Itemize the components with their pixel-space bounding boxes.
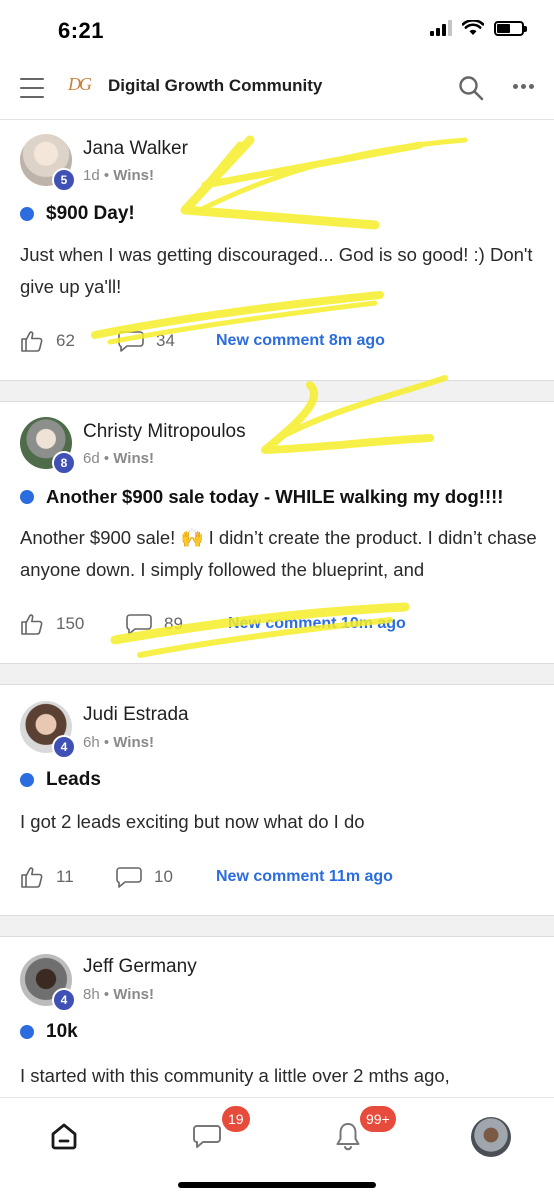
post-title-row[interactable]: $900 Day! — [20, 203, 135, 225]
chat-badge: 19 — [222, 1106, 250, 1132]
post-actions: 62 34 New comment 8m ago — [20, 327, 385, 355]
post-category[interactable]: Wins! — [113, 734, 154, 751]
post-card[interactable]: 4 Judi Estrada 6h • Wins! Leads I got 2 … — [0, 685, 554, 915]
like-icon — [21, 867, 43, 888]
level-badge: 5 — [52, 168, 76, 192]
status-icons — [430, 20, 527, 36]
new-comment-link[interactable]: New comment 8m ago — [216, 332, 385, 350]
level-badge: 8 — [52, 451, 76, 475]
post-category[interactable]: Wins! — [113, 450, 154, 467]
unread-dot — [20, 490, 34, 504]
post-card[interactable]: 5 Jana Walker 1d • Wins! $900 Day! Just … — [0, 121, 554, 380]
more-icon[interactable] — [513, 84, 534, 89]
comment-count: 89 — [164, 614, 183, 633]
level-badge: 4 — [52, 735, 76, 759]
post-meta: 1d • Wins! — [83, 167, 154, 184]
unread-dot — [20, 207, 34, 221]
new-comment-link[interactable]: New comment 11m ago — [216, 868, 393, 886]
new-comment-link[interactable]: New comment 10m ago — [228, 615, 406, 633]
post-body[interactable]: I got 2 leads exciting but now what do I… — [20, 806, 545, 838]
post-age: 1d — [83, 167, 100, 184]
bell-icon[interactable] — [332, 1120, 364, 1152]
comment-button[interactable]: 10 — [116, 866, 216, 888]
notifications-badge: 99+ — [360, 1106, 396, 1132]
home-indicator — [178, 1182, 376, 1188]
like-icon — [21, 614, 43, 635]
post-title-row[interactable]: Another $900 sale today - WHILE walking … — [20, 486, 503, 508]
comment-button[interactable]: 89 — [126, 613, 228, 635]
post-divider — [0, 380, 554, 402]
like-count: 150 — [56, 614, 85, 633]
post-meta: 6h • Wins! — [83, 734, 154, 751]
status-time: 6:21 — [58, 18, 105, 43]
like-count: 62 — [56, 331, 75, 350]
like-button[interactable]: 62 — [20, 330, 118, 352]
like-button[interactable]: 11 — [20, 866, 116, 888]
battery-icon — [494, 20, 527, 36]
author-name[interactable]: Judi Estrada — [83, 704, 189, 726]
post-category[interactable]: Wins! — [113, 167, 154, 184]
chat-icon[interactable] — [191, 1120, 223, 1152]
comment-button[interactable]: 34 — [118, 330, 216, 352]
post-title[interactable]: $900 Day! — [46, 203, 135, 225]
comment-count: 10 — [154, 867, 173, 886]
app-header: DG Digital Growth Community — [0, 62, 554, 120]
comment-icon — [118, 331, 144, 352]
post-card[interactable]: 8 Christy Mitropoulos 6d • Wins! Another… — [0, 402, 554, 663]
post-divider — [0, 915, 554, 937]
like-count: 11 — [56, 867, 74, 886]
post-actions: 11 10 New comment 11m ago — [20, 863, 393, 891]
unread-dot — [20, 1025, 34, 1039]
post-title[interactable]: Leads — [46, 769, 101, 791]
post-title-row[interactable]: Leads — [20, 769, 101, 791]
home-icon[interactable] — [48, 1120, 80, 1152]
post-title[interactable]: 10k — [46, 1021, 78, 1043]
author-name[interactable]: Christy Mitropoulos — [83, 421, 246, 443]
post-age: 6h — [83, 734, 100, 751]
profile-avatar[interactable] — [471, 1117, 511, 1157]
like-icon — [21, 331, 43, 352]
search-icon[interactable] — [458, 75, 484, 101]
post-age: 8h — [83, 986, 100, 1003]
post-age: 6d — [83, 450, 100, 467]
status-bar: 6:21 — [0, 0, 554, 62]
post-body[interactable]: Another $900 sale! 🙌 I didn’t create the… — [20, 522, 545, 586]
post-body[interactable]: I started with this community a little o… — [20, 1060, 545, 1092]
post-title-row[interactable]: 10k — [20, 1021, 78, 1043]
post-category[interactable]: Wins! — [113, 986, 154, 1003]
post-title[interactable]: Another $900 sale today - WHILE walking … — [46, 486, 503, 508]
post-body[interactable]: Just when I was getting discouraged... G… — [20, 239, 545, 303]
comment-icon — [116, 867, 142, 888]
community-title[interactable]: Digital Growth Community — [108, 76, 322, 96]
unread-dot — [20, 773, 34, 787]
post-meta: 8h • Wins! — [83, 986, 154, 1003]
comment-icon — [126, 614, 152, 635]
post-card[interactable]: 4 Jeff Germany 8h • Wins! 10k I started … — [0, 937, 554, 1097]
comment-count: 34 — [156, 331, 175, 350]
author-name[interactable]: Jana Walker — [83, 138, 188, 160]
post-divider — [0, 663, 554, 685]
wifi-icon — [462, 20, 484, 35]
menu-icon[interactable] — [20, 78, 44, 98]
post-meta: 6d • Wins! — [83, 450, 154, 467]
level-badge: 4 — [52, 988, 76, 1012]
community-logo: DG — [68, 74, 92, 94]
like-button[interactable]: 150 — [20, 613, 126, 635]
author-name[interactable]: Jeff Germany — [83, 956, 197, 978]
signal-icon — [430, 20, 452, 36]
post-actions: 150 89 New comment 10m ago — [20, 610, 406, 638]
